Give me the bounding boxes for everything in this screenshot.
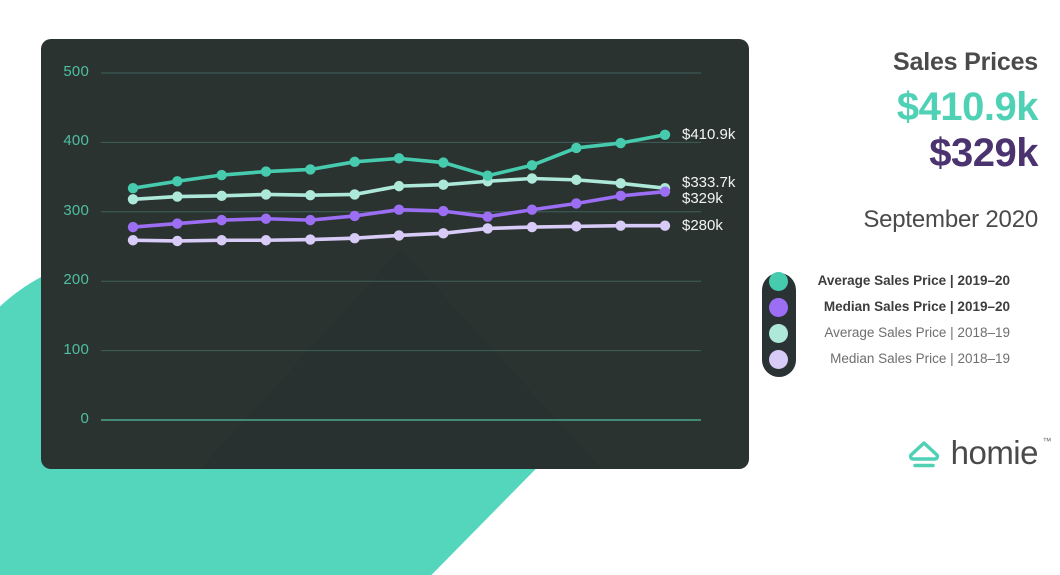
legend-item-label: Median Sales Price | 2018–19 — [830, 351, 1010, 366]
infographic-root: 5004003002001000 SepOctNovDecJanFebMarAp… — [0, 0, 1060, 575]
end-label-med_2018_19: $280k — [682, 216, 723, 234]
legend-dot-icon — [769, 272, 788, 291]
legend-item-label: Median Sales Price | 2019–20 — [823, 299, 1010, 314]
legend-item-label: Average Sales Price | 2019–20 — [817, 273, 1010, 288]
house-roof-icon — [908, 440, 939, 467]
trademark-symbol: ™ — [1042, 436, 1052, 446]
legend-item-1[interactable]: Median Sales Price | 2019–20 — [760, 294, 1060, 320]
legend-dot-icon — [769, 350, 788, 369]
report-date: September 2020 — [863, 206, 1038, 233]
end-label-med_2019_20: $329k — [682, 189, 723, 207]
brand-name-text: homie — [950, 434, 1039, 471]
legend-item-label: Average Sales Price | 2018–19 — [824, 325, 1010, 340]
legend-item-0[interactable]: Average Sales Price | 2019–20 — [760, 268, 1060, 294]
chart-panel: 5004003002001000 SepOctNovDecJanFebMarAp… — [41, 39, 749, 469]
median-price-value: $329k — [929, 131, 1038, 175]
legend-dot-icon — [769, 324, 788, 343]
brand-name: homie ™ — [950, 434, 1052, 472]
page-title: Sales Prices — [893, 48, 1038, 76]
legend-dot-icon — [769, 298, 788, 317]
summary-sidebar: Sales Prices $410.9k $329k September 202… — [760, 0, 1060, 510]
average-price-value: $410.9k — [896, 85, 1039, 129]
legend-item-2[interactable]: Average Sales Price | 2018–19 — [760, 320, 1060, 346]
chart-legend: Average Sales Price | 2019–20 Median Sale… — [760, 268, 1060, 388]
line-chart-plot — [101, 72, 701, 421]
legend-item-3[interactable]: Median Sales Price | 2018–19 — [760, 346, 1060, 372]
end-label-avg_2019_20: $410.9k — [682, 125, 736, 143]
brand-logo: homie ™ — [906, 434, 1052, 472]
end-label-avg_2018_19: $333.7k — [682, 174, 736, 192]
